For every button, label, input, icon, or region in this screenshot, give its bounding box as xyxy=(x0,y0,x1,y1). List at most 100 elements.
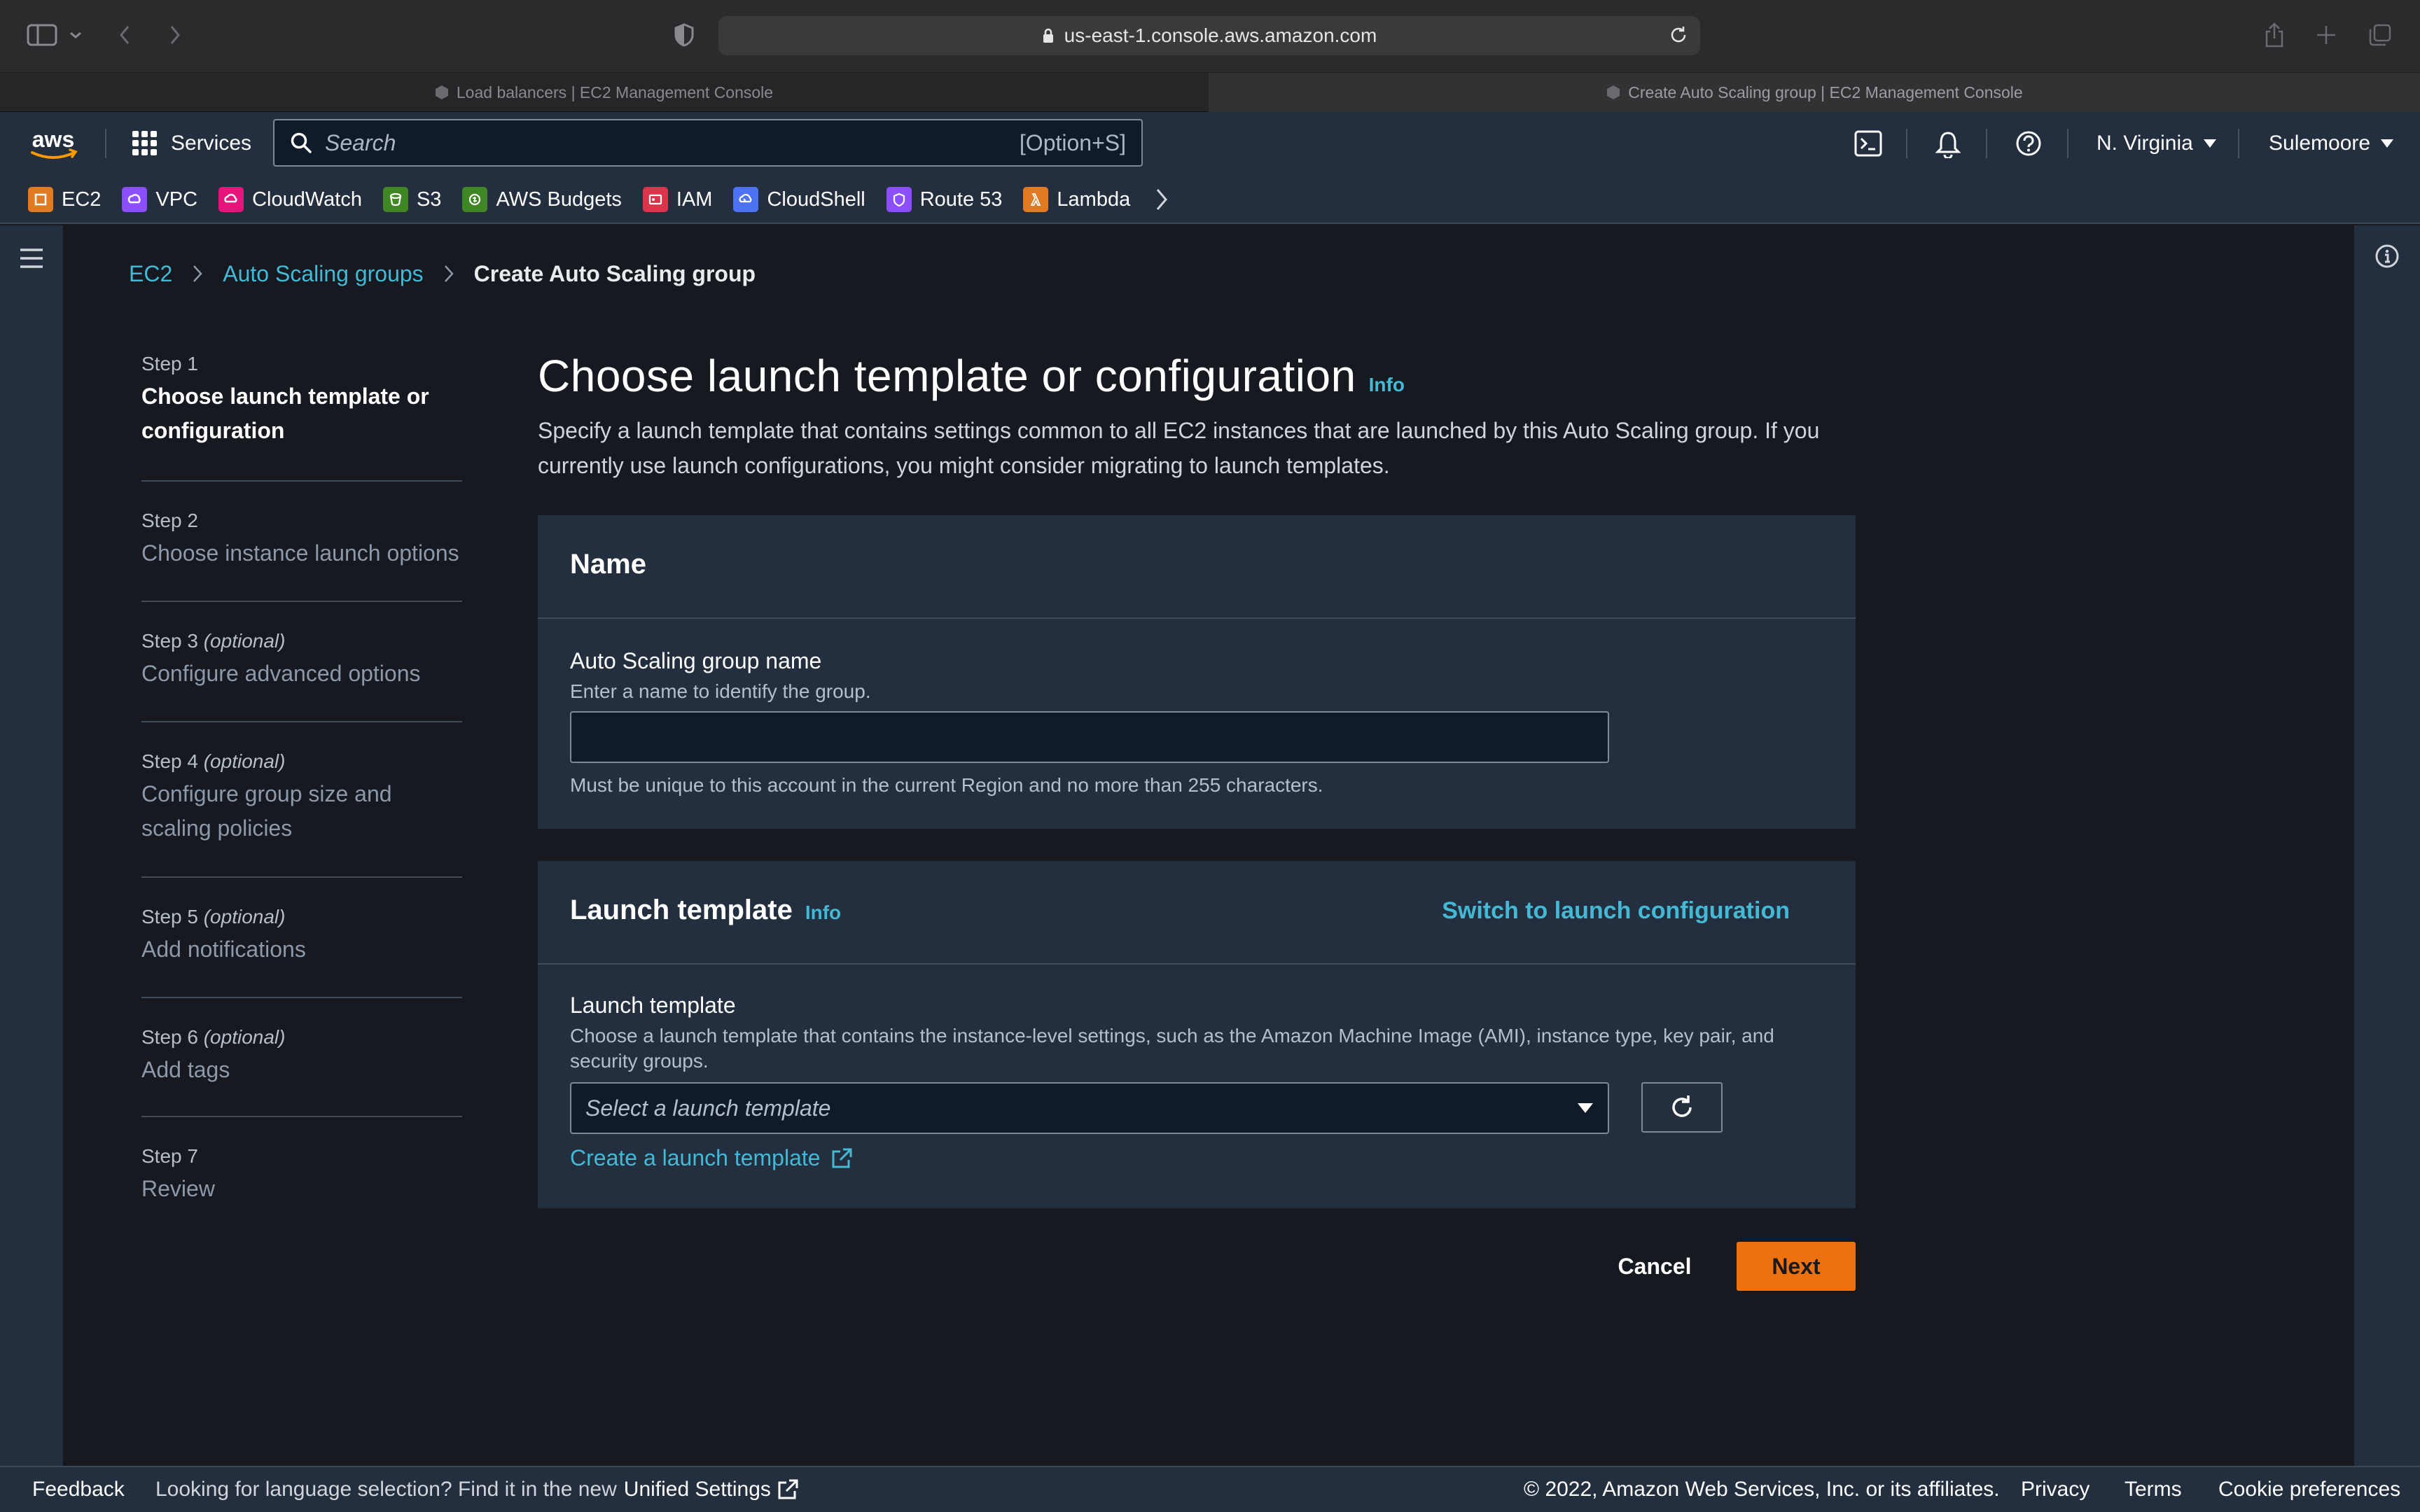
favorite-cloudshell[interactable]: CloudShell xyxy=(733,187,865,212)
favorite-route-53[interactable]: Route 53 xyxy=(886,187,1002,212)
asg-name-label: Auto Scaling group name xyxy=(570,648,822,673)
lock-icon xyxy=(1042,27,1055,44)
iam-icon xyxy=(642,187,668,212)
region-selector[interactable]: N. Virginia xyxy=(2096,127,2217,160)
launch-template-label: Launch template xyxy=(570,993,736,1018)
cancel-button[interactable]: Cancel xyxy=(1602,1242,1707,1291)
account-menu[interactable]: Sulemoore xyxy=(2269,127,2394,160)
wizard-step-1[interactable]: Step 1 Choose launch template or configu… xyxy=(141,353,462,448)
region-label: N. Virginia xyxy=(2096,132,2193,155)
favorite-cloudwatch[interactable]: CloudWatch xyxy=(218,187,362,212)
wizard-step-4[interactable]: Step 4 (optional) Configure group size a… xyxy=(141,750,462,846)
forward-icon[interactable] xyxy=(168,20,182,50)
favorite-vpc[interactable]: VPC xyxy=(122,187,197,212)
step-title: Configure advanced options xyxy=(141,661,421,686)
nav-divider xyxy=(2067,129,2068,158)
launch-template-select-placeholder: Select a launch template xyxy=(585,1095,831,1121)
step-number: Step 6 (optional) xyxy=(141,1026,286,1048)
favorite-s3[interactable]: S3 xyxy=(382,187,441,212)
aws-logo[interactable]: aws xyxy=(27,127,80,161)
breadcrumb-ec2[interactable]: EC2 xyxy=(129,261,172,287)
tab-overview-icon[interactable] xyxy=(2368,20,2392,50)
refresh-launch-templates-button[interactable] xyxy=(1641,1082,1723,1133)
unified-settings-link[interactable]: Unified Settings xyxy=(624,1478,771,1502)
cloudshell-icon xyxy=(733,187,759,212)
feedback-link[interactable]: Feedback xyxy=(32,1478,125,1502)
wizard-step-3[interactable]: Step 3 (optional) Configure advanced opt… xyxy=(141,630,462,691)
url-text: us-east-1.console.aws.amazon.com xyxy=(1064,24,1377,46)
launch-template-info-link[interactable]: Info xyxy=(805,902,841,923)
search-input[interactable] xyxy=(325,130,1020,156)
container-title: Name xyxy=(570,549,646,580)
hamburger-menu-icon[interactable] xyxy=(19,248,44,269)
launch-template-select[interactable]: Select a launch template xyxy=(570,1082,1609,1134)
favorite-label: Lambda xyxy=(1057,188,1131,211)
create-launch-template-link[interactable]: Create a launch template xyxy=(570,1145,853,1171)
reload-icon[interactable] xyxy=(1668,24,1689,46)
budgets-icon xyxy=(462,187,488,212)
aws-favicon-icon xyxy=(1606,85,1621,100)
back-icon[interactable] xyxy=(118,20,132,50)
nav-divider xyxy=(1906,129,1907,158)
caret-down-icon xyxy=(1577,1102,1594,1114)
step-divider xyxy=(141,480,462,482)
favorite-label: EC2 xyxy=(62,188,102,211)
vpc-icon xyxy=(122,187,148,212)
page-info-link[interactable]: Info xyxy=(1369,374,1405,396)
favorite-aws-budgets[interactable]: AWS Budgets xyxy=(462,187,622,212)
bell-icon[interactable] xyxy=(1935,130,1961,158)
cloudwatch-icon xyxy=(218,187,244,212)
wizard-step-6[interactable]: Step 6 (optional) Add tags xyxy=(141,1026,462,1087)
switch-to-launch-configuration-link[interactable]: Switch to launch configuration xyxy=(1442,897,1790,925)
caret-down-icon xyxy=(2380,139,2394,148)
global-search[interactable]: [Option+S] xyxy=(273,119,1143,167)
help-panel-rail xyxy=(2354,225,2420,1466)
address-bar[interactable]: us-east-1.console.aws.amazon.com xyxy=(718,16,1700,55)
step-title: Add tags xyxy=(141,1057,230,1082)
aws-favicon-icon xyxy=(434,85,450,100)
nav-divider xyxy=(1986,129,1987,158)
browser-tab-load-balancers[interactable]: Load balancers | EC2 Management Console xyxy=(0,73,1207,112)
tab-label: Create Auto Scaling group | EC2 Manageme… xyxy=(1628,83,2023,102)
sidebar-toggle-icon[interactable] xyxy=(27,20,57,50)
terms-link[interactable]: Terms xyxy=(2125,1478,2182,1502)
step-number: Step 2 xyxy=(141,510,198,531)
chevron-right-icon xyxy=(192,264,203,284)
breadcrumb-auto-scaling-groups[interactable]: Auto Scaling groups xyxy=(223,261,423,287)
asg-name-constraint: Must be unique to this account in the cu… xyxy=(570,774,1323,796)
favorite-label: CloudShell xyxy=(767,188,865,211)
privacy-shield-icon[interactable] xyxy=(674,20,695,50)
browser-tab-create-asg[interactable]: Create Auto Scaling group | EC2 Manageme… xyxy=(1209,73,2420,112)
wizard-step-7[interactable]: Step 7 Review xyxy=(141,1145,462,1206)
cloudshell-icon[interactable] xyxy=(1854,130,1882,157)
breadcrumb: EC2 Auto Scaling groups Create Auto Scal… xyxy=(129,258,756,290)
privacy-link[interactable]: Privacy xyxy=(2021,1478,2089,1502)
chevron-right-icon[interactable] xyxy=(1154,188,1169,211)
wizard-step-5[interactable]: Step 5 (optional) Add notifications xyxy=(141,906,462,967)
step-number: Step 1 xyxy=(141,353,198,374)
favorite-lambda[interactable]: Lambda xyxy=(1023,187,1130,212)
s3-icon xyxy=(382,187,408,212)
info-icon[interactable] xyxy=(2374,244,2400,269)
new-tab-icon[interactable] xyxy=(2315,20,2337,50)
share-icon[interactable] xyxy=(2263,20,2286,50)
chevron-down-icon[interactable] xyxy=(69,20,83,50)
browser-toolbar: us-east-1.console.aws.amazon.com xyxy=(0,0,2420,73)
favorite-ec2[interactable]: EC2 xyxy=(28,187,101,212)
step-divider xyxy=(141,601,462,602)
route53-icon xyxy=(886,187,912,212)
next-button[interactable]: Next xyxy=(1737,1242,1856,1291)
launch-template-description: Choose a launch template that contains t… xyxy=(570,1025,1774,1072)
cookie-preferences-link[interactable]: Cookie preferences xyxy=(2218,1478,2400,1502)
asg-name-input[interactable] xyxy=(570,711,1609,763)
help-icon[interactable] xyxy=(2015,130,2042,157)
services-menu-button[interactable]: Services xyxy=(132,127,251,160)
favorite-iam[interactable]: IAM xyxy=(642,187,712,212)
step-divider xyxy=(141,997,462,998)
chevron-right-icon xyxy=(443,264,454,284)
container-title: Launch template Info xyxy=(570,895,842,925)
step-title: Review xyxy=(141,1176,215,1201)
launch-template-container: Launch template Info Switch to launch con… xyxy=(538,861,1856,1208)
wizard-step-2[interactable]: Step 2 Choose instance launch options xyxy=(141,510,462,570)
favorite-label: VPC xyxy=(155,188,198,211)
